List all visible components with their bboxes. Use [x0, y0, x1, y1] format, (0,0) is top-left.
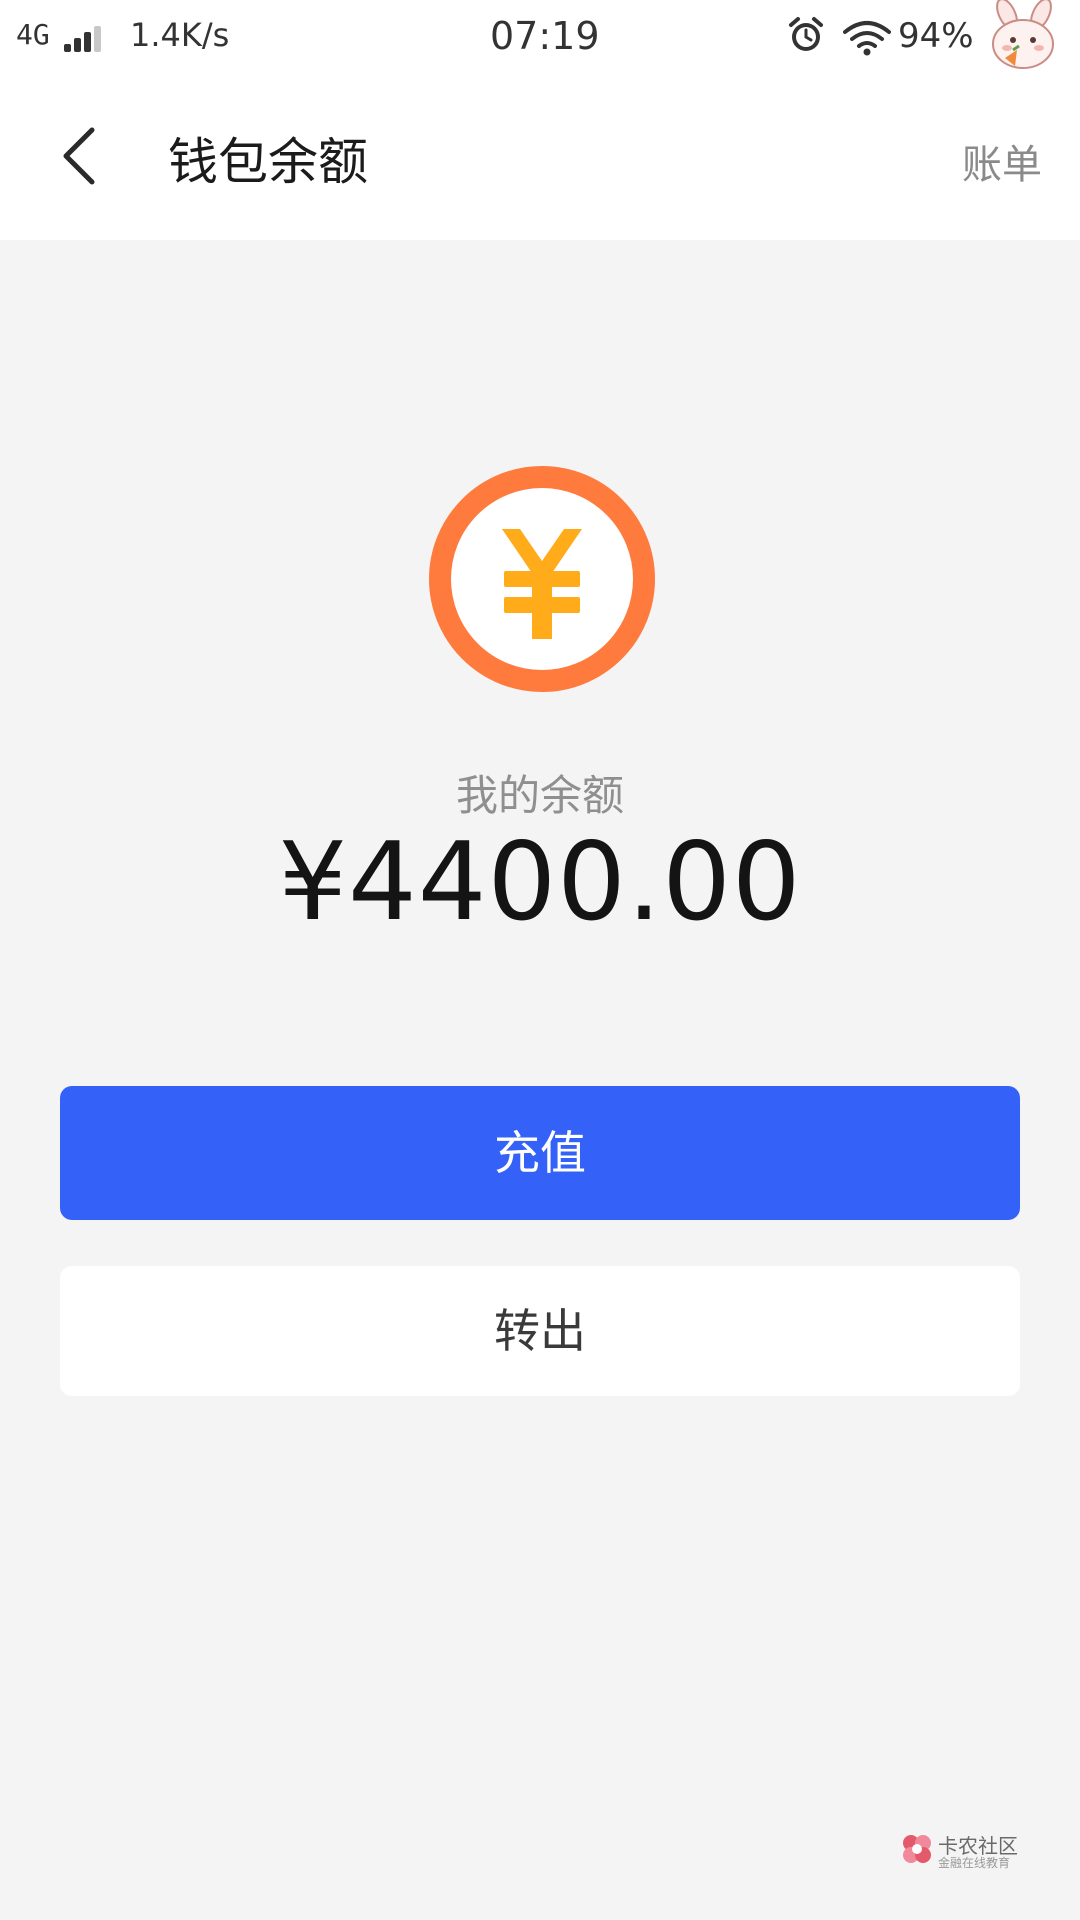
- page-title: 钱包余额: [168, 133, 368, 191]
- watermark-logo-icon: [903, 1835, 931, 1863]
- chevron-left-icon: [63, 127, 95, 185]
- balance-amount: ¥4400.00: [278, 820, 802, 945]
- avatar-icon: [992, 0, 1054, 69]
- alarm-icon: [789, 17, 823, 51]
- signal-icon: [64, 22, 108, 52]
- status-bar: 4G 1.4K/s 07:19 94%: [0, 0, 1080, 76]
- bill-link[interactable]: 账单: [962, 132, 1042, 190]
- yuan-coin-icon: [429, 466, 655, 692]
- status-time: 07:19: [490, 14, 600, 58]
- watermark: 卡农社区 金融在线教育: [900, 1830, 1022, 1870]
- app-header: 钱包余额 账单: [0, 76, 1080, 240]
- recharge-button[interactable]: 充值: [60, 1086, 1020, 1220]
- withdraw-button[interactable]: 转出: [60, 1266, 1020, 1396]
- battery-level: 94%: [898, 16, 974, 56]
- network-speed: 1.4K/s: [130, 16, 230, 54]
- balance-label: 我的余额: [455, 771, 624, 820]
- back-button[interactable]: [50, 116, 110, 196]
- wifi-icon: [843, 21, 891, 56]
- network-type: 4G: [16, 18, 50, 51]
- watermark-subtitle: 金融在线教育: [938, 1856, 1011, 1870]
